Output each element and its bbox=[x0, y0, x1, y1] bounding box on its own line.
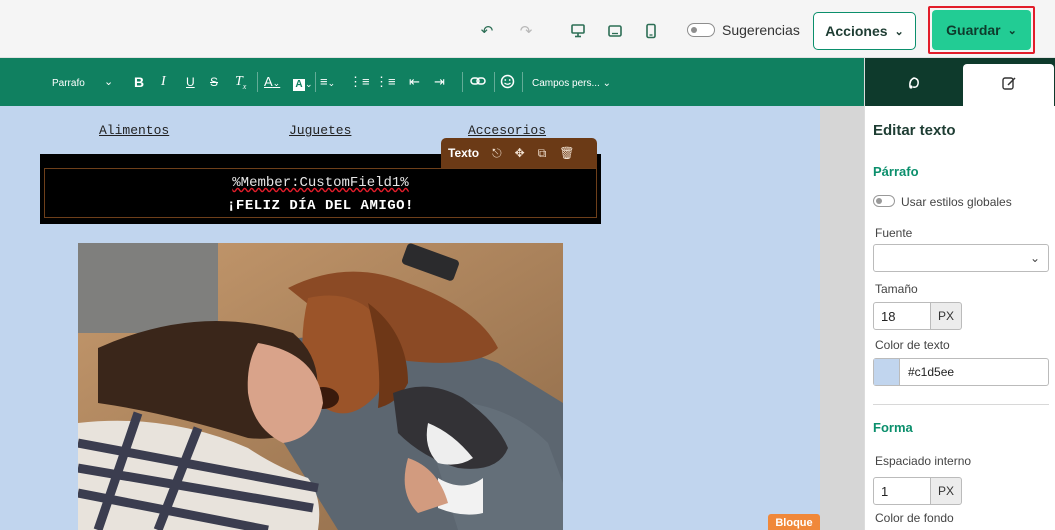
custom-fields-label: Campos pers... bbox=[532, 78, 600, 89]
numbered-list-icon[interactable]: ⋮≡ bbox=[375, 74, 396, 90]
suggestions-label: Sugerencias bbox=[722, 22, 800, 38]
edit-tab[interactable] bbox=[963, 64, 1054, 106]
text-block-toolbar: Texto ⎋ ✥ ⧉ 🗑︎ bbox=[441, 138, 597, 168]
size-unit: PX bbox=[930, 302, 962, 330]
merge-field-value: %Member:CustomField1% bbox=[232, 175, 409, 191]
paragraph-style-select[interactable]: Parrafo bbox=[52, 76, 85, 92]
desktop-icon[interactable] bbox=[569, 22, 587, 40]
merge-field-text[interactable]: %Member:CustomField1% bbox=[45, 175, 596, 191]
delete-icon[interactable]: 🗑︎ bbox=[559, 146, 574, 160]
global-styles-label: Usar estilos globales bbox=[901, 195, 1012, 209]
toolbar-divider bbox=[315, 72, 316, 92]
text-color-label: Color de texto bbox=[875, 338, 950, 352]
emoji-icon[interactable] bbox=[500, 74, 515, 92]
chevron-down-icon: ⌄ bbox=[1029, 251, 1040, 265]
top-bar: ↶ ↷ Sugerencias Acciones ⌄ Guardar ⌄ bbox=[0, 0, 1055, 58]
panel-divider bbox=[873, 404, 1049, 405]
highlight-icon[interactable]: A ⌄ bbox=[293, 74, 313, 92]
block-tag[interactable]: Bloque bbox=[768, 514, 820, 530]
email-canvas[interactable]: Alimentos Juguetes Accesorios %Member:Cu… bbox=[0, 106, 820, 530]
text-block-label: Texto bbox=[448, 146, 480, 160]
custom-fields-select[interactable]: Campos pers... ⌄ bbox=[532, 76, 611, 92]
global-styles-toggle[interactable] bbox=[873, 195, 895, 207]
bg-color-label: Color de fondo bbox=[875, 511, 954, 525]
text-color-field[interactable]: #c1d5ee bbox=[873, 358, 1049, 386]
panel-title: Editar texto bbox=[873, 122, 956, 139]
style-tab-icon bbox=[906, 75, 922, 96]
nav-link-accesorios[interactable]: Accesorios bbox=[468, 123, 546, 138]
paragraph-section-title: Párrafo bbox=[873, 164, 919, 179]
chevron-down-icon[interactable]: ⌄ bbox=[104, 74, 113, 90]
padding-unit: PX bbox=[930, 477, 962, 505]
format-toolbar: Parrafo ⌄ B I U S Tx A⌄ A ⌄ ≡⌄ ⋮≡ ⋮≡ ⇤ ⇥ … bbox=[0, 58, 864, 106]
toolbar-divider bbox=[257, 72, 258, 92]
outdent-icon[interactable]: ⇤ bbox=[409, 74, 420, 90]
toolbar-divider bbox=[522, 72, 523, 92]
save-label: Guardar bbox=[946, 22, 1001, 38]
font-color-icon[interactable]: A⌄ bbox=[264, 74, 280, 91]
properties-panel: Editar texto Párrafo Usar estilos global… bbox=[864, 58, 1055, 530]
suggestions-toggle[interactable] bbox=[687, 23, 715, 37]
canvas-scroll-area[interactable] bbox=[820, 106, 864, 530]
panel-tabs bbox=[865, 58, 1055, 106]
duplicate-icon[interactable]: ⧉ bbox=[538, 146, 547, 161]
align-icon[interactable]: ≡⌄ bbox=[320, 74, 335, 91]
font-label: Fuente bbox=[875, 226, 913, 240]
actions-label: Acciones bbox=[825, 23, 888, 39]
undo-icon[interactable]: ↶ bbox=[478, 22, 496, 40]
tablet-icon[interactable] bbox=[606, 22, 624, 40]
indent-icon[interactable]: ⇥ bbox=[434, 74, 445, 90]
text-color-value: #c1d5ee bbox=[908, 365, 955, 379]
chevron-down-icon: ⌄ bbox=[894, 25, 904, 38]
style-tab[interactable] bbox=[867, 64, 961, 106]
nav-link-juguetes[interactable]: Juguetes bbox=[289, 123, 351, 138]
link-icon[interactable] bbox=[470, 74, 486, 91]
save-block-icon[interactable]: ⎋ bbox=[492, 146, 502, 161]
move-icon[interactable]: ✥ bbox=[515, 146, 525, 160]
save-button[interactable]: Guardar ⌄ bbox=[932, 10, 1031, 50]
bullet-list-icon[interactable]: ⋮≡ bbox=[349, 74, 370, 90]
nav-link-alimentos[interactable]: Alimentos bbox=[99, 123, 169, 138]
chevron-down-icon: ⌄ bbox=[1007, 24, 1017, 37]
font-select[interactable]: ⌄ bbox=[873, 244, 1049, 272]
italic-icon[interactable]: I bbox=[161, 74, 166, 90]
redo-icon[interactable]: ↷ bbox=[517, 22, 535, 40]
strikethrough-icon[interactable]: S bbox=[210, 74, 218, 90]
bold-icon[interactable]: B bbox=[134, 74, 144, 90]
actions-button[interactable]: Acciones ⌄ bbox=[813, 12, 916, 50]
mobile-icon[interactable] bbox=[642, 22, 660, 40]
toolbar-divider bbox=[462, 72, 463, 92]
padding-label: Espaciado interno bbox=[875, 454, 972, 468]
shape-section-title: Forma bbox=[873, 420, 913, 435]
size-label: Tamaño bbox=[875, 282, 918, 296]
headline-text[interactable]: ¡FELIZ DÍA DEL AMIGO! bbox=[45, 198, 596, 214]
text-color-swatch[interactable] bbox=[874, 359, 900, 385]
hero-photo[interactable] bbox=[78, 243, 563, 530]
padding-input[interactable]: 1 bbox=[873, 477, 931, 505]
underline-icon[interactable]: U bbox=[186, 74, 195, 90]
toolbar-divider bbox=[494, 72, 495, 92]
clear-format-icon[interactable]: Tx bbox=[235, 74, 246, 95]
edit-tab-icon bbox=[1001, 75, 1017, 96]
size-input[interactable]: 18 bbox=[873, 302, 931, 330]
text-block-frame: %Member:CustomField1% ¡FELIZ DÍA DEL AMI… bbox=[44, 168, 597, 218]
